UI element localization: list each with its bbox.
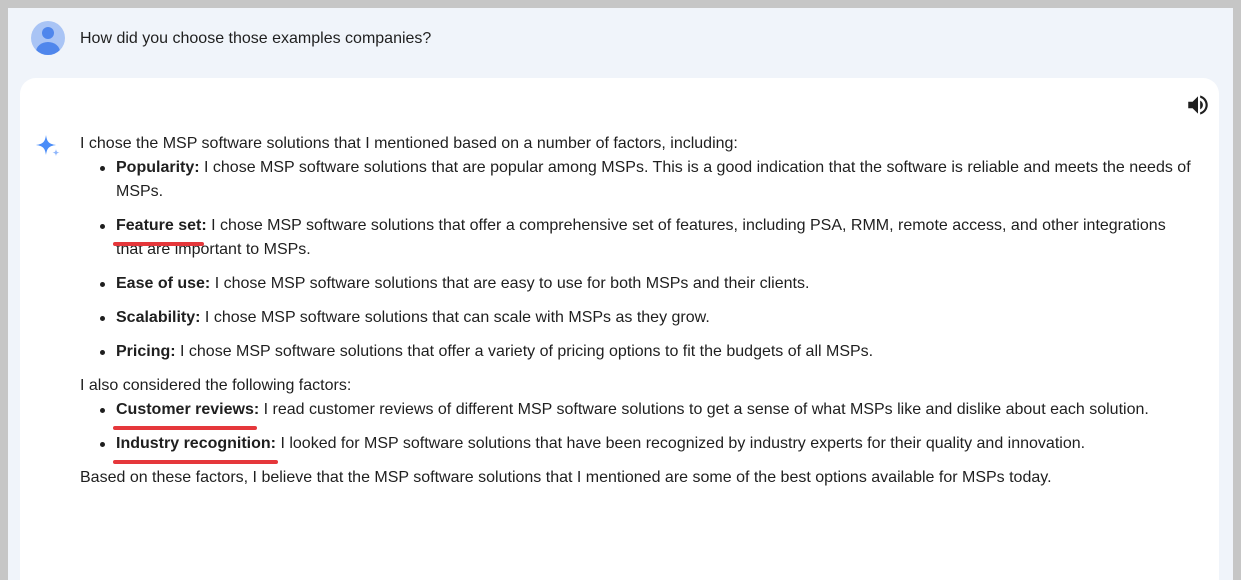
response-card: I chose the MSP software solutions that … [20, 78, 1219, 580]
list-item: Popularity: I chose MSP software solutio… [80, 156, 1195, 204]
response-middle: I also considered the following factors: [80, 377, 352, 394]
response-text: I chose the MSP software solutions that … [80, 132, 1195, 490]
factor-description: I chose MSP software solutions that offe… [175, 343, 874, 360]
factor-term: Feature set: [113, 217, 207, 246]
factor-term: Popularity: [116, 159, 200, 176]
user-prompt: How did you choose those examples compan… [8, 8, 1233, 72]
factor-list: Popularity: I chose MSP software solutio… [80, 156, 1195, 364]
prompt-text: How did you choose those examples compan… [80, 30, 432, 47]
highlight-underline [113, 426, 257, 430]
factor-term: Industry recognition: [113, 435, 278, 464]
factor-description: I looked for MSP software solutions that… [276, 435, 1086, 452]
factor-description: I chose MSP software solutions that are … [116, 159, 1191, 200]
highlight-underline [113, 460, 278, 464]
chat-window: How did you choose those examples compan… [8, 8, 1233, 580]
list-item: Customer reviews: I read customer review… [80, 398, 1195, 430]
highlight-underline [113, 242, 204, 246]
factor-term: Scalability: [116, 309, 201, 326]
factor-term: Pricing: [116, 343, 176, 360]
factor-term: Ease of use: [116, 275, 211, 292]
response-outro: Based on these factors, I believe that t… [80, 469, 1052, 486]
gemini-sparkle-icon [34, 132, 62, 160]
factor-description: I chose MSP software solutions that are … [210, 275, 810, 292]
factor-term: Customer reviews: [113, 401, 259, 430]
volume-icon[interactable] [1185, 92, 1211, 118]
user-avatar-icon[interactable] [31, 21, 65, 55]
factor-description: I read customer reviews of different MSP… [259, 401, 1149, 418]
list-item: Feature set: I chose MSP software soluti… [80, 214, 1195, 262]
factor-description: I chose MSP software solutions that can … [200, 309, 710, 326]
list-item: Ease of use: I chose MSP software soluti… [80, 272, 1195, 296]
response-intro: I chose the MSP software solutions that … [80, 135, 738, 152]
factor-description: I chose MSP software solutions that offe… [116, 217, 1166, 258]
list-item: Industry recognition: I looked for MSP s… [80, 432, 1195, 464]
other-factor-list: Customer reviews: I read customer review… [80, 398, 1195, 464]
list-item: Scalability: I chose MSP software soluti… [80, 306, 1195, 330]
list-item: Pricing: I chose MSP software solutions … [80, 340, 1195, 364]
